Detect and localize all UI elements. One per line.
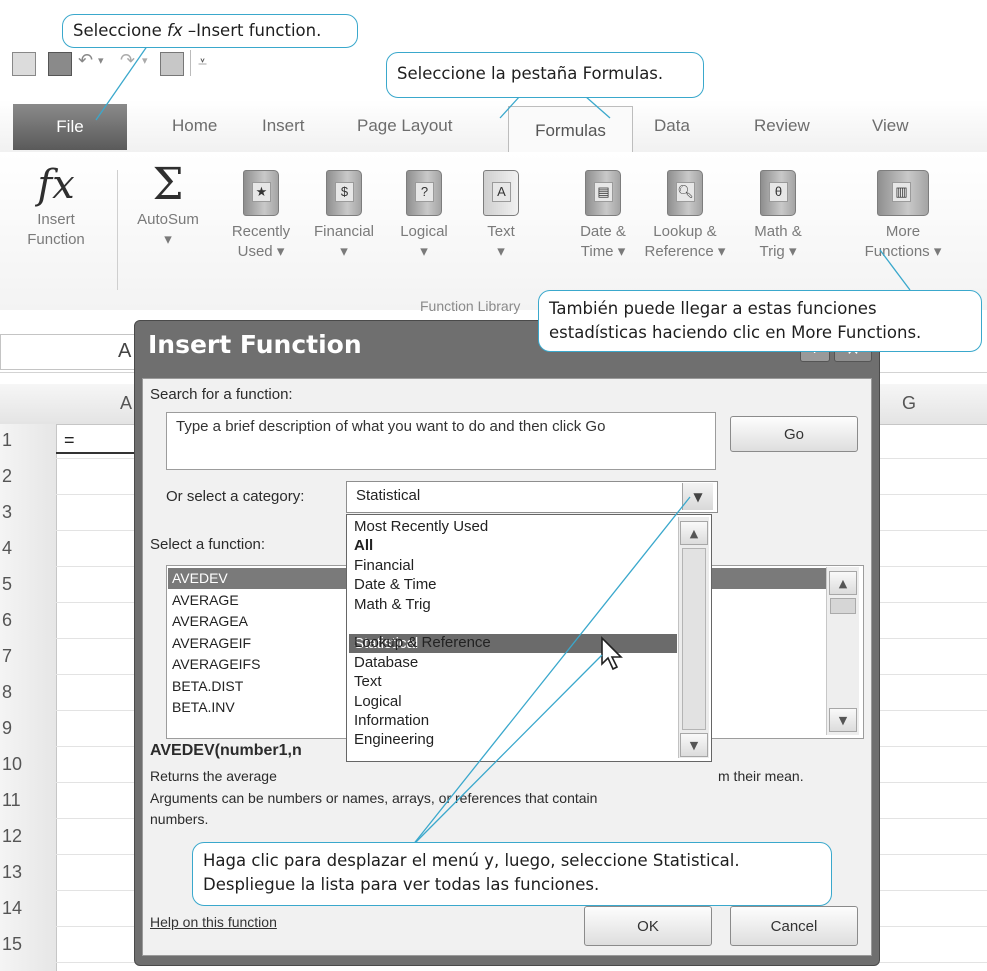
callout-formulas-tab: Seleccione la pestaña Formulas. <box>386 52 704 98</box>
callout-statistical: Haga clic para desplazar el menú y, lueg… <box>192 842 832 906</box>
callout-statistical-line-2: Despliegue la lista para ver todas las f… <box>203 875 600 894</box>
callout-more-functions-line-1: También puede llegar a estas funciones <box>549 299 877 318</box>
callout-fx-text: fx <box>167 21 183 40</box>
callout-insert-function-suffix: –Insert function. <box>182 21 322 40</box>
callout-insert-function-prefix: Seleccione <box>73 21 168 40</box>
callout-statistical-line-1: Haga clic para desplazar el menú y, lueg… <box>203 851 740 870</box>
callout-insert-function: Seleccione fx –Insert function. <box>62 14 358 48</box>
callout-more-functions-line-2: estadísticas haciendo clic en More Funct… <box>549 323 922 342</box>
callout-leader-lines <box>95 41 911 847</box>
callout-more-functions: También puede llegar a estas funciones e… <box>538 290 982 352</box>
